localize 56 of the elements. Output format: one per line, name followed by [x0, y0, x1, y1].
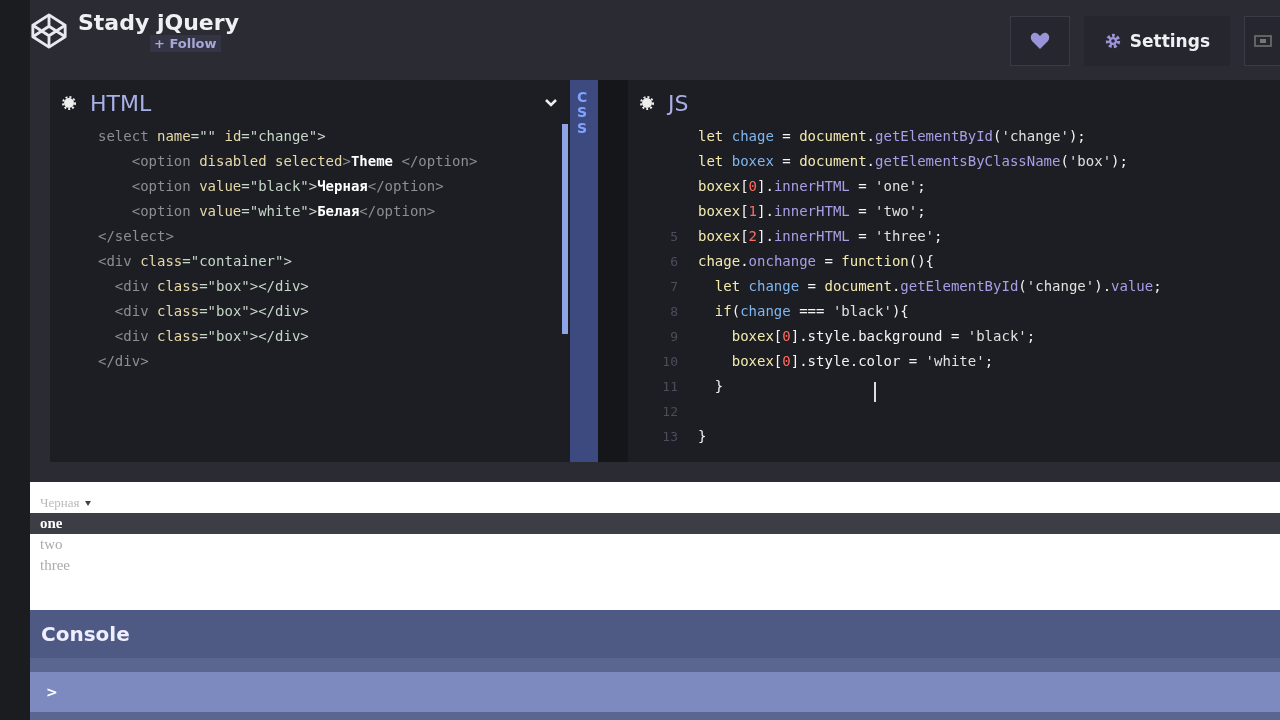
- code-line: </select>: [98, 227, 174, 246]
- code-line: boxex[0].style.background = 'black';: [730, 327, 1036, 346]
- line-number: 13: [661, 428, 679, 446]
- console-title: Console: [41, 622, 130, 646]
- line-number: 9: [669, 328, 679, 346]
- code-line: if(change === 'black'){: [713, 302, 909, 321]
- heart-button[interactable]: [1009, 16, 1070, 66]
- code-line: <div class="box"></div>: [113, 302, 309, 321]
- code-line: <div class="box"></div>: [113, 327, 309, 346]
- settings-icon: [1103, 32, 1122, 50]
- text-cursor-icon: [874, 382, 876, 402]
- prompt-symbol: >: [46, 684, 58, 700]
- code-line: <option value="black">Черная</option>: [130, 177, 444, 196]
- code-line: <option disabled selected>Theme </option>: [130, 152, 478, 171]
- box-text: one: [30, 513, 1280, 534]
- code-line: let chage = document.getElementById('change');: [698, 127, 1086, 146]
- line-number: 10: [661, 353, 679, 371]
- settings-icon[interactable]: [62, 96, 76, 110]
- line-number: 5: [669, 228, 679, 246]
- code-line: boxex[2].innerHTML = 'three';: [698, 227, 943, 246]
- code-line: </div>: [98, 352, 149, 371]
- code-line: boxex[0].innerHTML = 'one';: [698, 177, 926, 196]
- heart-icon: [1029, 32, 1050, 50]
- code-line: <div class="box"></div>: [113, 277, 309, 296]
- line-number: 6: [669, 253, 679, 271]
- settings-icon[interactable]: [640, 96, 654, 110]
- line-number: 12: [661, 403, 679, 421]
- follow-button[interactable]: + Follow: [150, 35, 221, 52]
- cube-logo-icon: [30, 12, 68, 50]
- css-tab[interactable]: CSS: [570, 80, 598, 462]
- code-line: }: [698, 427, 707, 446]
- chevron-down-icon[interactable]: [544, 98, 558, 108]
- line-number: 8: [669, 303, 679, 321]
- line-number: 11: [661, 378, 679, 396]
- code-line: <option value="white">Белая</option>: [130, 202, 436, 221]
- layout-button[interactable]: [1244, 16, 1280, 66]
- code-line: }: [713, 377, 724, 396]
- code-line: chage.onchange = function(){: [698, 252, 935, 271]
- theme-select[interactable]: Черная: [40, 495, 92, 511]
- caret-icon: [85, 500, 92, 506]
- layout-icon: [1253, 35, 1272, 47]
- code-line: let boxex = document.getElementsByClassName('box');: [698, 152, 1128, 171]
- pen-title: Stady jQuery: [78, 10, 239, 35]
- settings-button[interactable]: Settings: [1083, 16, 1230, 66]
- box-text: two: [39, 535, 64, 554]
- line-number: 7: [669, 278, 679, 296]
- console-input[interactable]: >: [30, 672, 1280, 712]
- code-line: select name="" id="change">: [98, 127, 326, 146]
- panel-title: JS: [668, 90, 689, 116]
- code-line: boxex[0].style.color = 'white';: [730, 352, 994, 371]
- scrollbar[interactable]: [562, 124, 568, 334]
- code-line: let change = document.getElementById('change').value;: [713, 277, 1162, 296]
- code-line: boxex[1].innerHTML = 'two';: [698, 202, 926, 221]
- code-line: <div class="container">: [98, 252, 292, 271]
- panel-title: HTML: [90, 90, 152, 116]
- box-text: three: [39, 556, 71, 575]
